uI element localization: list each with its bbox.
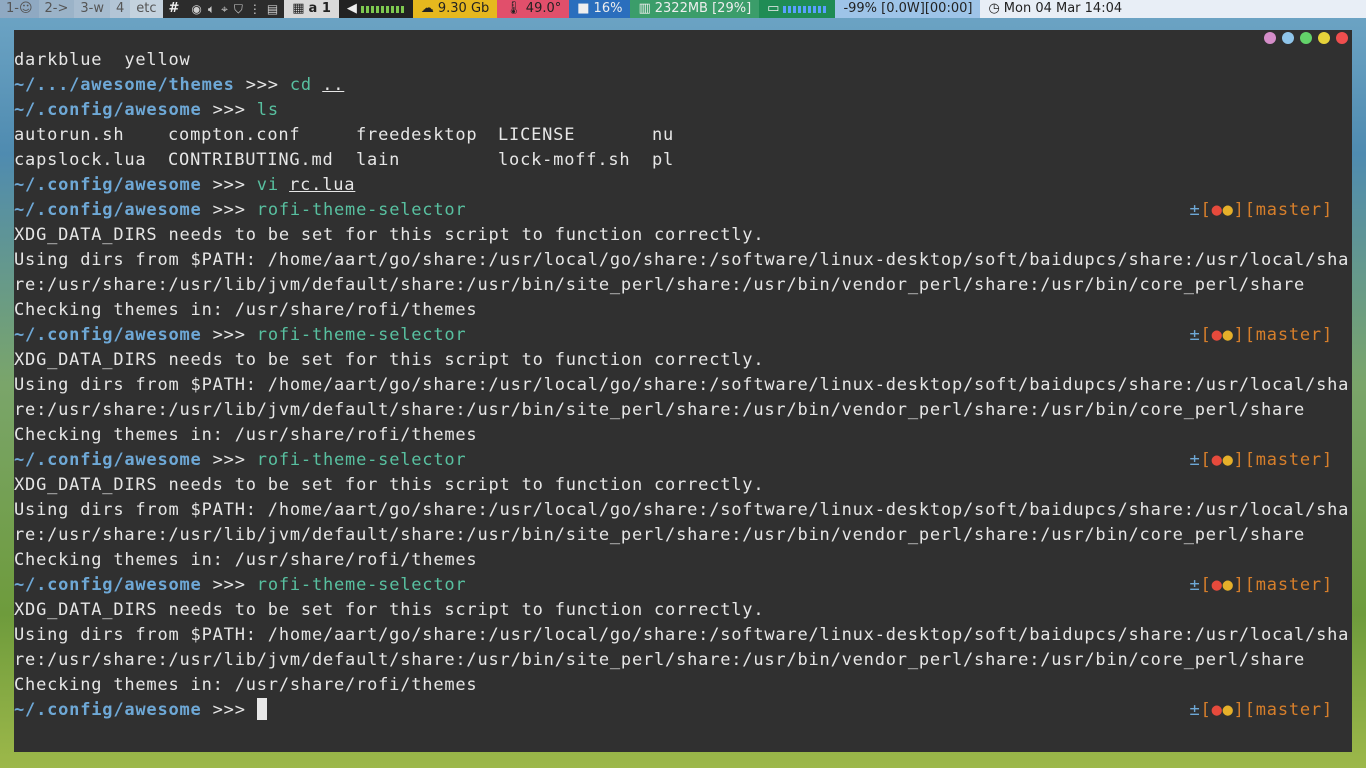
output-line: Using dirs from $PATH: /home/aart/go/sha…	[14, 250, 1350, 270]
tag-hash[interactable]: #	[162, 0, 186, 18]
floating-button[interactable]	[1300, 32, 1312, 44]
terminal-window[interactable]: darkblue yellow ~/.../awesome/themes >>>…	[14, 30, 1352, 752]
tag-etc[interactable]: etc	[130, 0, 163, 18]
temp-widget: 🌡︎ 49.0°	[497, 0, 570, 18]
output-line: darkblue yellow	[14, 50, 191, 70]
maximize-button[interactable]	[1318, 32, 1330, 44]
output-line: Using dirs from $PATH: /home/aart/go/sha…	[14, 375, 1350, 395]
chrome-icon[interactable]: ◉	[191, 0, 201, 18]
output-line: re:/usr/share:/usr/lib/jvm/default/share…	[14, 525, 1306, 545]
output-line: Using dirs from $PATH: /home/aart/go/sha…	[14, 625, 1350, 645]
ontop-button[interactable]	[1282, 32, 1294, 44]
git-status: ±[●●][master]	[1189, 575, 1333, 595]
net-bar	[783, 5, 828, 13]
prompt-line: ~/.config/awesome >>> rofi-theme-selecto…	[14, 323, 1352, 348]
prompt-line: ~/.../awesome/themes >>> cd ..	[14, 75, 345, 95]
volume-bar	[360, 5, 405, 13]
git-status: ±[●●][master]	[1189, 700, 1333, 720]
output-line: Checking themes in: /usr/share/rofi/them…	[14, 675, 478, 695]
output-line: re:/usr/share:/usr/lib/jvm/default/share…	[14, 400, 1306, 420]
network-widget: ▭	[759, 0, 836, 18]
output-line: Checking themes in: /usr/share/rofi/them…	[14, 300, 478, 320]
prompt-line: ~/.config/awesome >>> rofi-theme-selecto…	[14, 448, 1352, 473]
ls-output-row: autorun.sh compton.conf freedesktop LICENSE…	[14, 125, 675, 145]
layout-label: a 1	[308, 1, 331, 16]
window-buttons	[1264, 32, 1348, 44]
git-status: ±[●●][master]	[1189, 200, 1333, 220]
output-line: Checking themes in: /usr/share/rofi/them…	[14, 550, 478, 570]
text-cursor	[256, 698, 267, 720]
sticky-button[interactable]	[1264, 32, 1276, 44]
speaker-icon: ◀	[346, 1, 357, 16]
shield-icon[interactable]: ⛉	[234, 0, 243, 18]
memory-widget: ▥ 2322MB [29%]	[630, 0, 760, 18]
volume-widget[interactable]: ◀	[338, 0, 413, 18]
disk-value: 9.30 Gb	[437, 1, 490, 16]
output-line: XDG_DATA_DIRS needs to be set for this s…	[14, 350, 765, 370]
tag-2[interactable]: 2->	[38, 0, 75, 18]
git-status: ±[●●][master]	[1189, 450, 1333, 470]
output-line: re:/usr/share:/usr/lib/jvm/default/share…	[14, 275, 1306, 295]
layout-indicator[interactable]: ▦ a 1	[284, 0, 339, 18]
prompt-line: ~/.config/awesome >>> vi rc.lua	[14, 175, 356, 195]
temp-value: 49.0°	[525, 1, 562, 16]
clock-widget[interactable]: ◷ Mon 04 Mar 14:04	[980, 0, 1366, 18]
cloud-icon: ☁	[420, 1, 434, 16]
output-line: XDG_DATA_DIRS needs to be set for this s…	[14, 475, 765, 495]
prompt-line: ~/.config/awesome >>> rofi-theme-selecto…	[14, 573, 1352, 598]
output-line: XDG_DATA_DIRS needs to be set for this s…	[14, 600, 765, 620]
memory-value: 2322MB [29%]	[654, 1, 752, 16]
cpu-widget: ■ 16%	[569, 0, 631, 18]
volume-icon[interactable]: 🔈︎	[208, 0, 215, 18]
output-line: XDG_DATA_DIRS needs to be set for this s…	[14, 225, 765, 245]
disk-widget: ☁ 9.30 Gb	[412, 0, 498, 18]
location-icon[interactable]: ⌖	[221, 0, 228, 18]
layout-icon: ▦	[292, 1, 305, 16]
net-icon: ▭	[767, 1, 780, 16]
battery-widget: -99% [0.0W][00:00]	[835, 0, 981, 18]
tag-1[interactable]: 1-☺	[0, 0, 39, 18]
git-status: ±[●●][master]	[1189, 325, 1333, 345]
prompt-line: ~/.config/awesome >>> rofi-theme-selecto…	[14, 198, 1352, 223]
clock-value: Mon 04 Mar 14:04	[1003, 1, 1123, 16]
prompt-line: ~/.config/awesome >>> ls	[14, 100, 279, 120]
terminal-output[interactable]: darkblue yellow ~/.../awesome/themes >>>…	[14, 48, 1352, 748]
close-button[interactable]	[1336, 32, 1348, 44]
output-line: Using dirs from $PATH: /home/aart/go/sha…	[14, 500, 1350, 520]
keyboard-icon[interactable]: ▤	[267, 0, 278, 18]
current-prompt-line[interactable]: ~/.config/awesome >>> ±[●●][master]	[14, 698, 1352, 723]
cpu-icon: ■	[577, 1, 590, 16]
terminal-titlebar[interactable]	[14, 30, 1352, 48]
tag-4[interactable]: 4	[109, 0, 131, 18]
output-line: re:/usr/share:/usr/lib/jvm/default/share…	[14, 650, 1306, 670]
clock-icon: ◷	[988, 1, 1000, 16]
tray-icons: ◉ 🔈︎ ⌖ ⛉ ⋮ ▤	[185, 0, 285, 18]
tag-3[interactable]: 3-w	[74, 0, 110, 18]
ls-output-row: capslock.lua CONTRIBUTING.md lain lock-moff…	[14, 150, 675, 170]
memory-icon: ▥	[638, 1, 651, 16]
top-status-bar: 1-☺ 2-> 3-w 4 etc # ◉ 🔈︎ ⌖ ⛉ ⋮ ▤ ▦ a 1 ◀…	[0, 0, 1366, 18]
output-line: Checking themes in: /usr/share/rofi/them…	[14, 425, 478, 445]
cpu-value: 16%	[593, 1, 623, 16]
network-icon[interactable]: ⋮	[249, 0, 261, 18]
battery-value: -99% [0.0W][00:00]	[843, 1, 973, 16]
thermometer-icon: 🌡︎	[505, 1, 522, 16]
